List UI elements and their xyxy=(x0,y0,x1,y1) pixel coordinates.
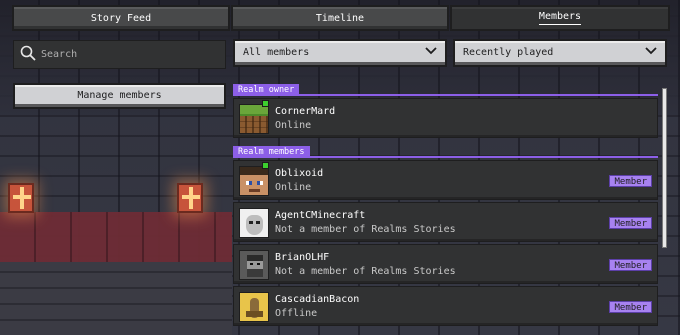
member-row[interactable]: CornerMard Online xyxy=(233,98,658,138)
search-icon xyxy=(20,45,36,64)
section-header-members: Realm members xyxy=(233,146,658,158)
member-status: Not a member of Realms Stories xyxy=(275,266,456,277)
tab-bar: Story Feed Timeline Members xyxy=(12,5,670,31)
bearded-avatar xyxy=(239,250,269,280)
tab-story-feed[interactable]: Story Feed xyxy=(12,5,230,31)
tab-members[interactable]: Members xyxy=(450,5,670,31)
member-status: Not a member of Realms Stories xyxy=(275,224,456,235)
sort-value: Recently played xyxy=(463,46,554,58)
chevron-down-icon xyxy=(645,46,657,58)
yellow-figure-avatar xyxy=(239,292,269,322)
member-status: Offline xyxy=(275,308,318,319)
online-indicator-icon xyxy=(262,162,269,169)
list-scrollbar[interactable] xyxy=(662,88,667,248)
member-row[interactable]: CascadianBacon Offline Member xyxy=(233,286,658,326)
member-list: Realm owner CornerMard Online Realm memb… xyxy=(233,84,658,335)
section-title: Realm members xyxy=(233,146,310,158)
member-role-badge: Member xyxy=(609,301,652,313)
manage-members-button[interactable]: Manage members xyxy=(13,83,226,109)
tab-label: Members xyxy=(538,11,582,25)
manage-members-label: Manage members xyxy=(77,89,162,101)
member-name: CornerMard xyxy=(275,106,336,117)
member-name: AgentCMinecraft xyxy=(275,210,366,221)
chevron-down-icon xyxy=(425,46,437,58)
tab-label: Story Feed xyxy=(90,12,152,24)
members-filter-dropdown[interactable]: All members xyxy=(233,39,447,67)
steve-avatar xyxy=(239,166,269,196)
search-box[interactable] xyxy=(13,40,226,69)
search-input[interactable] xyxy=(41,49,211,60)
background-red-band xyxy=(0,212,232,262)
tab-timeline[interactable]: Timeline xyxy=(231,5,449,31)
lantern-icon xyxy=(177,183,203,213)
online-indicator-icon xyxy=(262,100,269,107)
member-row[interactable]: Oblixoid Online Member xyxy=(233,160,658,200)
member-role-badge: Member xyxy=(609,217,652,229)
member-name: Oblixoid xyxy=(275,168,324,179)
member-name: BrianOLHF xyxy=(275,252,330,263)
grass-block-avatar xyxy=(239,104,269,134)
sort-dropdown[interactable]: Recently played xyxy=(453,39,667,67)
section-header-owner: Realm owner xyxy=(233,84,658,96)
section-title: Realm owner xyxy=(233,84,300,96)
member-status: Online xyxy=(275,120,312,131)
members-filter-value: All members xyxy=(243,46,310,58)
tab-label: Timeline xyxy=(315,12,365,24)
member-role-badge: Member xyxy=(609,175,652,187)
member-role-badge: Member xyxy=(609,259,652,271)
member-row[interactable]: AgentCMinecraft Not a member of Realms S… xyxy=(233,202,658,242)
member-name: CascadianBacon xyxy=(275,294,360,305)
member-row[interactable]: BrianOLHF Not a member of Realms Stories… xyxy=(233,244,658,284)
background-floor xyxy=(0,262,232,335)
lantern-icon xyxy=(8,183,34,213)
member-status: Online xyxy=(275,182,312,193)
portrait-avatar xyxy=(239,208,269,238)
